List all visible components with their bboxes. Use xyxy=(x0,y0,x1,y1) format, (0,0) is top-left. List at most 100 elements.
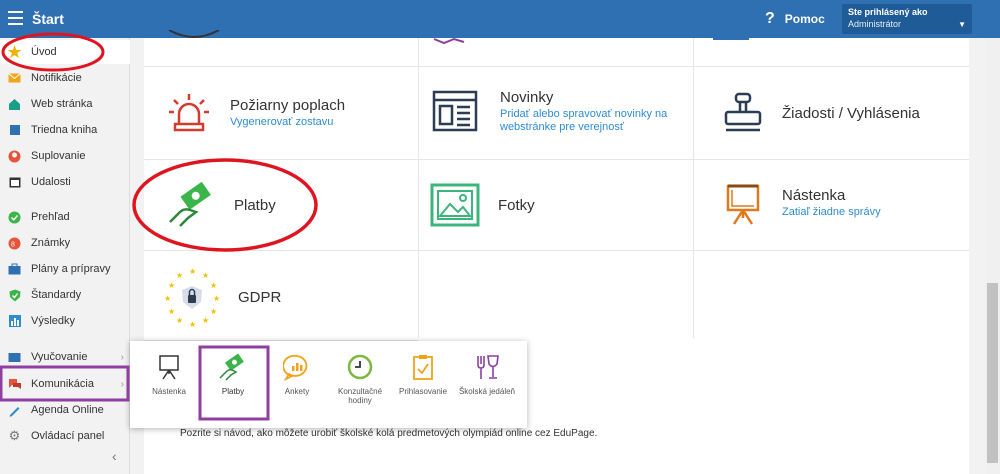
submenu-label: Prihlasovanie xyxy=(398,387,448,396)
check-circle-icon xyxy=(8,211,21,224)
money-hand-icon xyxy=(219,353,244,381)
submenu-item-platby[interactable]: Platby xyxy=(202,353,264,396)
sidebar-item-plany[interactable]: Plány a prípravy xyxy=(0,257,130,281)
chevron-right-icon: › xyxy=(120,378,124,390)
sidebar-item-label: Udalosti xyxy=(31,176,71,188)
partial-icon xyxy=(713,38,749,40)
sidebar-item-label: Vyučovanie xyxy=(31,351,88,363)
svg-text:8: 8 xyxy=(11,241,15,248)
chat-icon xyxy=(8,378,21,391)
svg-text:★: ★ xyxy=(176,316,183,325)
tile-gdpr[interactable]: ★ ★ ★ ★ ★ ★ ★ ★ ★ ★ ★ ★ GDPR xyxy=(162,266,281,328)
star-icon: ★ xyxy=(6,41,23,62)
tile-link[interactable]: Pridať alebo spravovať novinky na xyxy=(500,108,667,121)
tile-fotky[interactable]: Fotky xyxy=(430,182,535,228)
divider xyxy=(144,250,969,251)
flipchart-icon xyxy=(726,184,760,225)
page-title: Štart xyxy=(32,11,64,27)
gear-icon: ⚙ xyxy=(8,428,21,443)
user-caption: Ste prihlásený ako xyxy=(848,7,928,17)
alarm-light-icon xyxy=(169,94,209,132)
sidebar-item-label: Agenda Online xyxy=(31,404,104,416)
education-icon xyxy=(8,351,21,364)
svg-text:★: ★ xyxy=(213,294,220,303)
tile-link[interactable]: Vygenerovať zostavu xyxy=(230,116,345,129)
sidebar-item-prehlad[interactable]: Prehľad xyxy=(0,205,130,229)
bar-chart-icon xyxy=(8,315,21,328)
sidebar-item-label: Triedna kniha xyxy=(31,124,98,136)
sidebar-item-suplovanie[interactable]: Suplovanie xyxy=(0,144,130,168)
submenu-item-nastenka[interactable]: Nástenka xyxy=(138,353,200,396)
sidebar-item-label: Známky xyxy=(31,237,71,249)
sidebar-item-notifikacie[interactable]: Notifikácie xyxy=(0,66,130,90)
collapse-sidebar-icon[interactable]: ‹ xyxy=(112,448,117,464)
submenu-item-ankety[interactable]: Ankety xyxy=(266,353,328,396)
scrollbar[interactable] xyxy=(985,38,1000,474)
sidebar-item-label: Výsledky xyxy=(31,315,76,327)
divider xyxy=(418,38,419,338)
divider xyxy=(693,38,694,338)
submenu-item-skolska-jedalen[interactable]: Školská jedáleň xyxy=(456,353,518,396)
sidebar-item-label: Úvod xyxy=(31,46,57,58)
sidebar-item-label: Ovládací panel xyxy=(31,430,105,442)
stamp-icon xyxy=(724,92,762,132)
scrollbar-thumb[interactable] xyxy=(987,283,998,463)
help-button[interactable]: ? Pomoc xyxy=(765,10,825,28)
shield-icon xyxy=(8,289,21,302)
tile-novinky[interactable]: Novinky Pridať alebo spravovať novinky n… xyxy=(432,88,667,134)
sidebar-item-uvod[interactable]: ★ Úvod xyxy=(0,40,130,64)
menu-icon[interactable] xyxy=(8,11,23,25)
pen-icon xyxy=(8,404,21,417)
tile-pozarny-poplach[interactable]: Požiarny poplach Vygenerovať zostavu xyxy=(166,90,345,136)
submenu-item-prihlasovanie[interactable]: Prihlasovanie xyxy=(392,353,454,396)
sidebar-item-label: Prehľad xyxy=(31,211,70,223)
gdpr-shield-icon: ★ ★★ ★★★ ★★★ ★★★ xyxy=(164,267,220,328)
clipboard-icon xyxy=(413,355,433,380)
briefcase-icon xyxy=(8,263,21,276)
submenu-label: Ankety xyxy=(284,387,310,396)
submenu-item-konzultacne-hodiny[interactable]: Konzultačné hodiny xyxy=(329,353,391,405)
svg-text:★: ★ xyxy=(189,267,196,276)
svg-text:★: ★ xyxy=(176,271,183,280)
grades-icon: 8 xyxy=(8,237,21,250)
divider xyxy=(144,66,969,67)
sidebar-item-agenda-online[interactable]: Agenda Online xyxy=(0,398,130,422)
sidebar-item-web[interactable]: Web stránka xyxy=(0,92,130,116)
clock-icon xyxy=(347,354,373,380)
sidebar-item-triedna-kniha[interactable]: Triedna kniha xyxy=(0,118,130,142)
money-hand-icon xyxy=(169,182,211,227)
chevron-down-icon: ▼ xyxy=(958,20,966,29)
user-dropdown[interactable]: Ste prihlásený ako Administrátor ▼ xyxy=(842,4,972,34)
chevron-right-icon: › xyxy=(120,351,124,363)
image-icon xyxy=(430,183,480,227)
help-label: Pomoc xyxy=(784,12,825,26)
sidebar-item-znamky[interactable]: 8 Známky xyxy=(0,231,130,255)
tile-nastenka[interactable]: Nástenka Zatiaľ žiadne správy xyxy=(720,180,881,226)
submenu-label: Školská jedáleň xyxy=(458,387,516,396)
cutlery-glass-icon xyxy=(477,355,499,379)
sidebar-item-vyucovanie[interactable]: Vyučovanie › xyxy=(0,345,130,369)
sidebar-item-standardy[interactable]: Štandardy xyxy=(0,283,130,307)
sidebar-item-komunikacia[interactable]: Komunikácia › xyxy=(0,372,130,396)
sidebar-item-udalosti[interactable]: Udalosti xyxy=(0,170,130,194)
sidebar-item-vysledky[interactable]: Výsledky xyxy=(0,309,130,333)
svg-text:★: ★ xyxy=(202,316,209,325)
tile-title: Novinky xyxy=(500,88,554,106)
tile-ziadosti[interactable]: Žiadosti / Vyhlásenia xyxy=(720,90,920,136)
partial-icon xyxy=(168,30,220,38)
tile-link[interactable]: webstránke pre verejnosť xyxy=(500,121,667,134)
tile-title: Nástenka xyxy=(782,187,846,204)
submenu-label: Nástenka xyxy=(152,387,186,396)
poll-icon xyxy=(283,354,308,381)
tile-title: Platby xyxy=(234,196,276,214)
svg-text:★: ★ xyxy=(210,307,217,316)
tile-title: Fotky xyxy=(498,196,535,214)
question-icon: ? xyxy=(765,10,775,27)
info-text: Pozrite si návod, ako môžete urobiť škol… xyxy=(180,428,598,439)
tile-link[interactable]: Zatiaľ žiadne správy xyxy=(782,206,881,219)
divider xyxy=(144,159,969,160)
top-bar: Štart ? Pomoc Ste prihlásený ako Adminis… xyxy=(0,0,1000,38)
newspaper-icon xyxy=(432,90,478,132)
sidebar-item-ovladaci-panel[interactable]: ⚙ Ovládací panel xyxy=(0,424,130,448)
tile-platby[interactable]: Platby xyxy=(166,182,276,228)
